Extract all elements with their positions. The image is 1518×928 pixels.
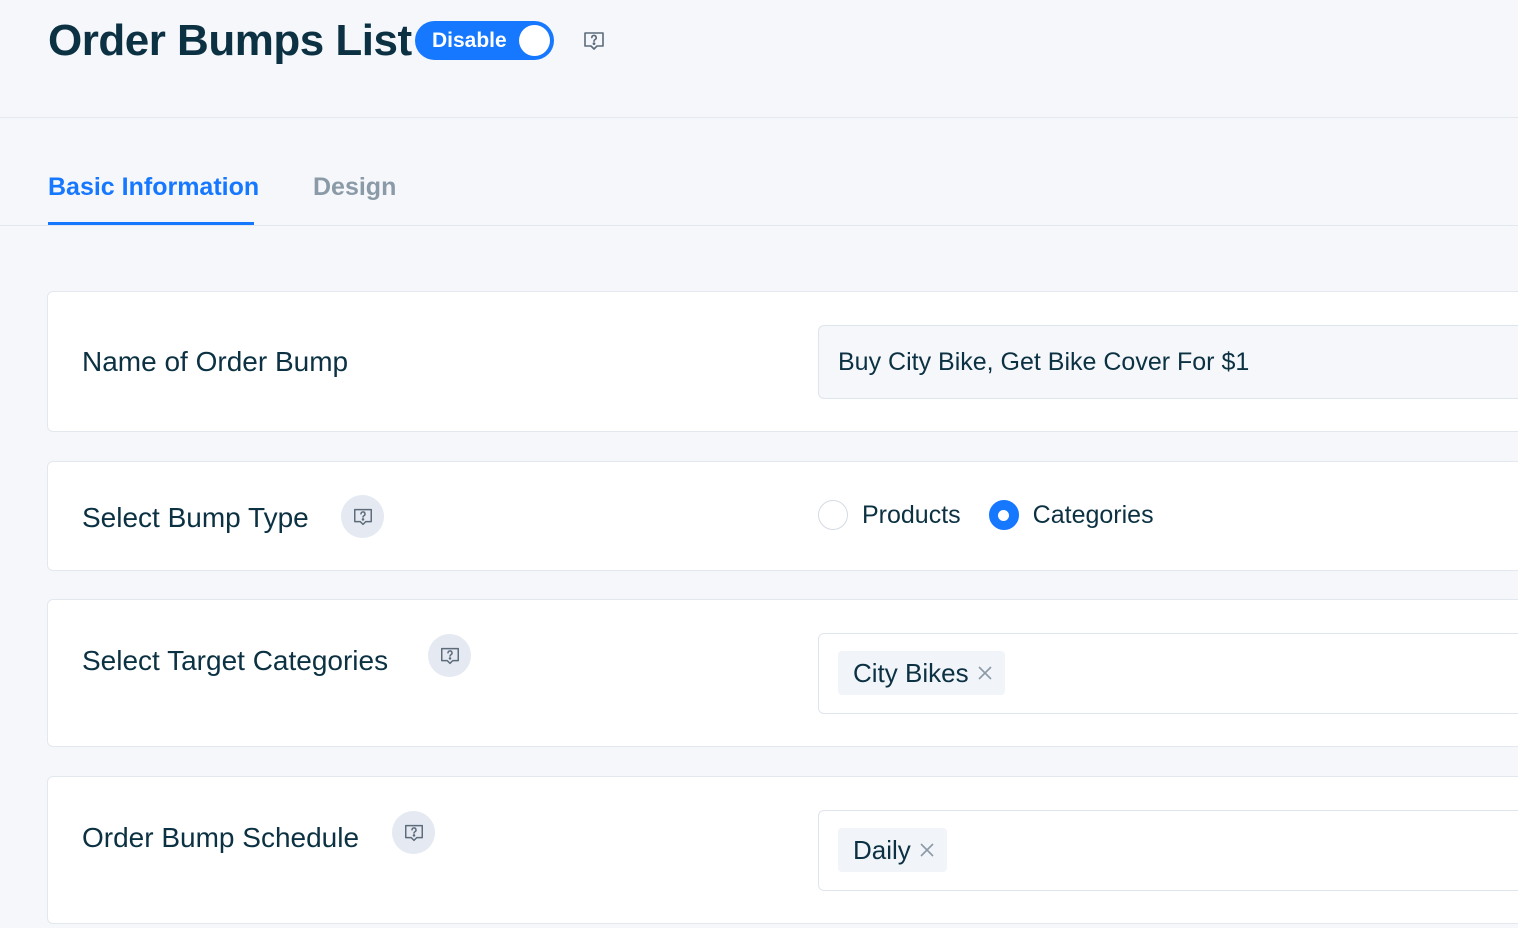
schedule-select[interactable]: Daily [818, 810, 1518, 891]
name-input[interactable] [818, 325, 1518, 399]
active-tab-indicator [48, 222, 254, 225]
page-title: Order Bumps List [48, 16, 412, 65]
tab-basic-information[interactable]: Basic Information [48, 173, 259, 202]
target-categories-select[interactable]: City Bikes [818, 633, 1518, 714]
close-icon[interactable] [919, 842, 935, 858]
help-icon[interactable] [341, 495, 384, 538]
target-categories-card: Select Target Categories City Bikes [47, 599, 1518, 747]
help-icon[interactable] [582, 29, 606, 53]
schedule-card: Order Bump Schedule Daily [47, 776, 1518, 924]
tag-daily: Daily [838, 828, 947, 872]
bump-type-radio-group: Products Categories [818, 500, 1182, 530]
radio-products-label[interactable]: Products [862, 501, 961, 530]
bump-type-label: Select Bump Type [82, 502, 309, 533]
toggle-knob [519, 25, 550, 56]
radio-selected-dot [998, 509, 1010, 521]
radio-categories-label[interactable]: Categories [1033, 501, 1154, 530]
radio-products[interactable] [818, 500, 848, 530]
tab-bar: Basic Information Design [0, 118, 1518, 226]
radio-categories[interactable] [988, 500, 1019, 530]
bump-type-card: Select Bump Type Products Categories [47, 461, 1518, 571]
tag-city-bikes: City Bikes [838, 651, 1005, 695]
help-icon[interactable] [392, 811, 435, 854]
close-icon[interactable] [977, 665, 993, 681]
schedule-label: Order Bump Schedule [82, 822, 360, 853]
name-card: Name of Order Bump [47, 291, 1518, 432]
help-icon[interactable] [428, 634, 471, 677]
disable-toggle[interactable]: Disable [415, 21, 554, 60]
tab-design[interactable]: Design [313, 173, 396, 202]
tag-label: City Bikes [853, 657, 969, 688]
name-label: Name of Order Bump [82, 346, 349, 377]
toggle-label: Disable [432, 28, 507, 52]
target-categories-label: Select Target Categories [82, 645, 389, 676]
tag-label: Daily [853, 834, 911, 865]
page-header: Order Bumps List Disable [0, 0, 1518, 118]
